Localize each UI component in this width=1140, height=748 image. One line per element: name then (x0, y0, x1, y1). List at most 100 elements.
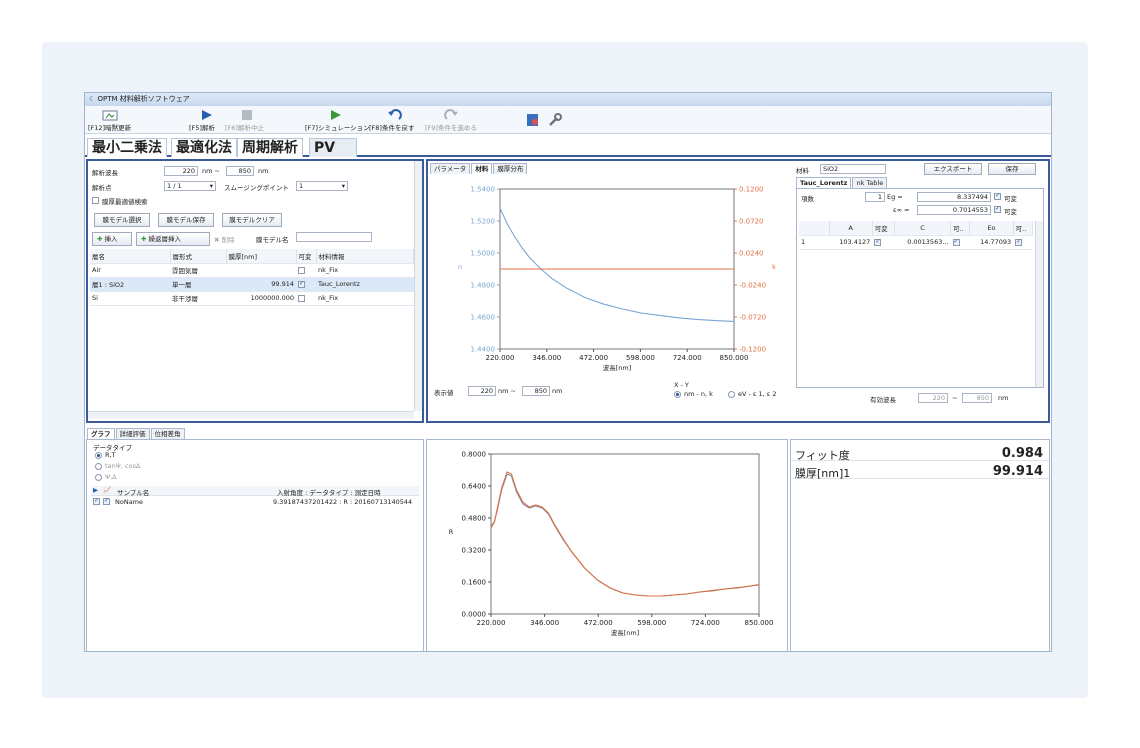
tab-tauc-lorentz[interactable]: Tauc_Lorentz (796, 177, 852, 188)
plus-icon: ✚ (141, 235, 147, 243)
eo-variable-checkbox[interactable] (1015, 238, 1023, 246)
sample-select-checkbox[interactable] (103, 497, 110, 505)
rt-radio[interactable] (95, 452, 102, 459)
terms-stepper[interactable]: 1 (865, 192, 885, 202)
smoothing-label: スムージングポイント (224, 184, 289, 192)
tab-period-analysis[interactable]: 周期解析 (237, 138, 303, 157)
run-analysis-button[interactable]: [F5]解析 (189, 106, 223, 134)
wavelength-to-input[interactable]: 850 (226, 166, 254, 176)
oscillator-scrollbar[interactable] (1035, 221, 1043, 387)
report-button[interactable] (523, 106, 543, 134)
undo-icon (388, 109, 402, 120)
x-tick-label: 472.000 (579, 354, 608, 362)
tab-least-squares[interactable]: 最小二乗法 (87, 138, 167, 157)
y-tick-label: 0.0000 (462, 611, 487, 619)
eg-variable-checkbox[interactable] (994, 192, 1001, 200)
tab-thickness-distribution[interactable]: 膜厚分布 (493, 163, 528, 174)
left-horizontal-scrollbar[interactable] (88, 411, 414, 419)
effective-unit-label: nm (998, 394, 1009, 402)
variable-checkbox[interactable] (298, 280, 305, 288)
tab-parameter[interactable]: パラメータ (430, 163, 471, 174)
y2-axis-label: k (772, 263, 776, 271)
smoothing-select[interactable]: 1 ▾ (296, 181, 348, 191)
display-to-input[interactable]: 850 (522, 386, 550, 396)
table-row[interactable]: 層1 : SiO2 単一層 99.914 Tauc_Lorentz (90, 277, 414, 292)
y-tick-label: 0.4800 (462, 515, 487, 523)
settings-button[interactable] (545, 106, 565, 134)
effective-from-input[interactable]: 220 (918, 393, 948, 403)
save-model-button[interactable]: 膜モデル保存 (158, 213, 214, 227)
play-icon[interactable]: ▶ (93, 486, 98, 494)
insert-repeat-layer-button[interactable]: ✚ 繰返層挿入 (136, 232, 210, 246)
tab-detail[interactable]: 詳細評価 (115, 428, 150, 439)
tab-nk-table[interactable]: nk Table (852, 177, 888, 188)
tab-graph[interactable]: グラフ (87, 428, 115, 439)
col-index (799, 221, 830, 236)
y2-tick-label: 0.0720 (739, 218, 764, 226)
tab-phase[interactable]: 位相差角 (150, 428, 185, 439)
c-variable-checkbox[interactable] (952, 238, 960, 246)
delete-layer-button[interactable]: ✖ 削除 (214, 234, 235, 244)
result-panel: フィット度 0.984 膜厚[nm]1 99.914 (790, 439, 1050, 651)
osc-c[interactable]: 0.0013563... (894, 235, 951, 250)
layer-thickness: 99.914 (226, 277, 296, 292)
model-tabs: Tauc_Lorentz nk Table (796, 177, 888, 188)
wrench-icon (549, 113, 562, 126)
col-a-var: 可変 (872, 221, 896, 236)
insert-layer-button[interactable]: ✚ 挿入 (92, 232, 132, 246)
thickness-value: 99.914 (992, 464, 1043, 479)
simulation-button[interactable]: [F7]シミュレーション (305, 106, 370, 134)
ev-epsilon-label: eV - ε 1, ε 2 (738, 390, 777, 398)
analysis-points-select[interactable]: 1 / 1 ▾ (164, 181, 216, 191)
y-tick-label: 1.4600 (471, 314, 496, 322)
export-button[interactable]: エクスポート (924, 163, 982, 175)
insert-label: 挿入 (104, 235, 118, 243)
effective-to-input[interactable]: 850 (962, 393, 992, 403)
material-name-input[interactable]: SiO2 (820, 164, 886, 174)
table-row[interactable]: 1 103.4127 0.0013563... 14.77093 (799, 235, 1033, 250)
a-variable-checkbox[interactable] (874, 238, 882, 246)
redo-condition-button[interactable]: [F9]条件を進める (425, 106, 477, 134)
select-model-button[interactable]: 膜モデル選択 (94, 213, 150, 227)
x-tick-label: 598.000 (637, 619, 666, 627)
wavelength-from-input[interactable]: 220 (164, 166, 198, 176)
ev-epsilon-radio[interactable] (728, 391, 735, 398)
x-tick-label: 346.000 (530, 619, 559, 627)
model-name-input[interactable] (296, 232, 372, 242)
update-button[interactable]: [F12]暗黙更新 (88, 106, 148, 134)
table-row[interactable]: Si 非干渉層 1000000.000 nk_Fix (90, 291, 414, 306)
tanpsi-radio[interactable] (95, 463, 102, 470)
col-a: A (829, 221, 873, 236)
osc-eo[interactable]: 14.77093 (969, 235, 1014, 250)
sample-info-header: 入射角度 : データタイプ : 測定日時 (277, 489, 381, 497)
clear-model-button[interactable]: 膜モデルクリア (222, 213, 282, 227)
sample-panel: データタイプ R,T tanΨ, cosΔ Ψ,Δ ▶ 📈 サンプル名 入射角度… (86, 439, 424, 651)
title-bar: ☾ OPTM 材料解析ソフトウェア (85, 93, 1051, 106)
chart-icon[interactable]: 📈 (103, 486, 111, 494)
layer-name: Air (90, 263, 170, 278)
table-row[interactable]: Air 雰囲気層 nk_Fix (90, 263, 414, 278)
display-from-input[interactable]: 220 (468, 386, 496, 396)
tab-optimization[interactable]: 最適化法 (171, 138, 237, 157)
left-vertical-scrollbar[interactable] (414, 161, 422, 411)
nm-nk-radio[interactable] (674, 391, 681, 398)
sample-show-checkbox[interactable] (93, 497, 100, 505)
save-material-button[interactable]: 保存 (988, 163, 1036, 175)
display-unit2-label: nm (552, 387, 563, 395)
wavelength-unit-label: nm ~ (202, 167, 220, 175)
psidelta-radio[interactable] (95, 474, 102, 481)
tab-pv[interactable]: PV (309, 138, 357, 157)
eg-input[interactable]: 8.337494 (917, 192, 991, 202)
osc-a[interactable]: 103.4127 (829, 235, 873, 250)
tab-material[interactable]: 材料 (471, 163, 493, 174)
chevron-down-icon: ▾ (341, 182, 345, 190)
thickness-opt-checkbox[interactable] (92, 197, 99, 204)
variable-checkbox[interactable] (298, 266, 305, 274)
variable-checkbox[interactable] (298, 294, 305, 302)
undo-condition-button[interactable]: [F8]条件を戻す (369, 106, 421, 134)
osc-index: 1 (799, 235, 829, 250)
stop-analysis-button[interactable]: [F6]解析中止 (225, 106, 269, 134)
einf-variable-checkbox[interactable] (994, 205, 1001, 213)
display-unit-label: nm ~ (498, 387, 516, 395)
einf-input[interactable]: 0.7014553 (917, 205, 991, 215)
